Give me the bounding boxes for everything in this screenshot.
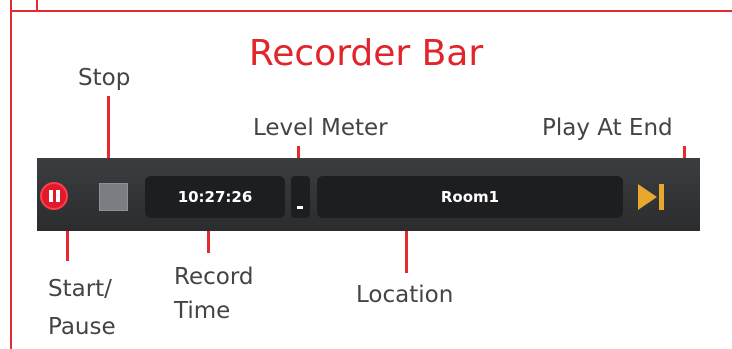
play-at-end-button[interactable]: [635, 181, 669, 213]
pause-icon-bar: [56, 190, 60, 202]
callout-level-meter: Level Meter: [253, 115, 388, 141]
callout-location: Location: [356, 282, 454, 308]
recorder-bar: 10:27:26 Room1: [37, 158, 700, 231]
leader-line-level-meter: [297, 146, 300, 158]
leader-line-start-pause: [66, 231, 69, 261]
callout-record-time: Record Time: [174, 264, 254, 324]
level-meter: [291, 176, 310, 218]
leader-line-record-time: [207, 231, 210, 253]
record-time-value: 10:27:26: [177, 188, 253, 206]
skip-to-end-icon: [638, 184, 664, 210]
location-display[interactable]: Room1: [317, 176, 623, 218]
level-meter-indicator: [297, 206, 303, 209]
leader-line-play-at-end: [683, 146, 686, 158]
leader-line-location: [405, 231, 408, 273]
stop-button[interactable]: [99, 183, 128, 211]
frame-line-stub: [36, 0, 38, 10]
frame-line-top: [10, 10, 732, 12]
callout-play-at-end: Play At End: [542, 115, 673, 141]
annotation-canvas: Recorder Bar Stop Level Meter Play At En…: [0, 0, 732, 349]
pause-icon: [49, 190, 53, 202]
location-value: Room1: [440, 188, 500, 206]
record-time-display: 10:27:26: [145, 176, 285, 218]
start-pause-button[interactable]: [40, 182, 68, 210]
callout-stop: Stop: [78, 65, 131, 91]
callout-start-pause: Start/ Pause: [48, 276, 116, 340]
leader-line-stop: [107, 96, 110, 158]
